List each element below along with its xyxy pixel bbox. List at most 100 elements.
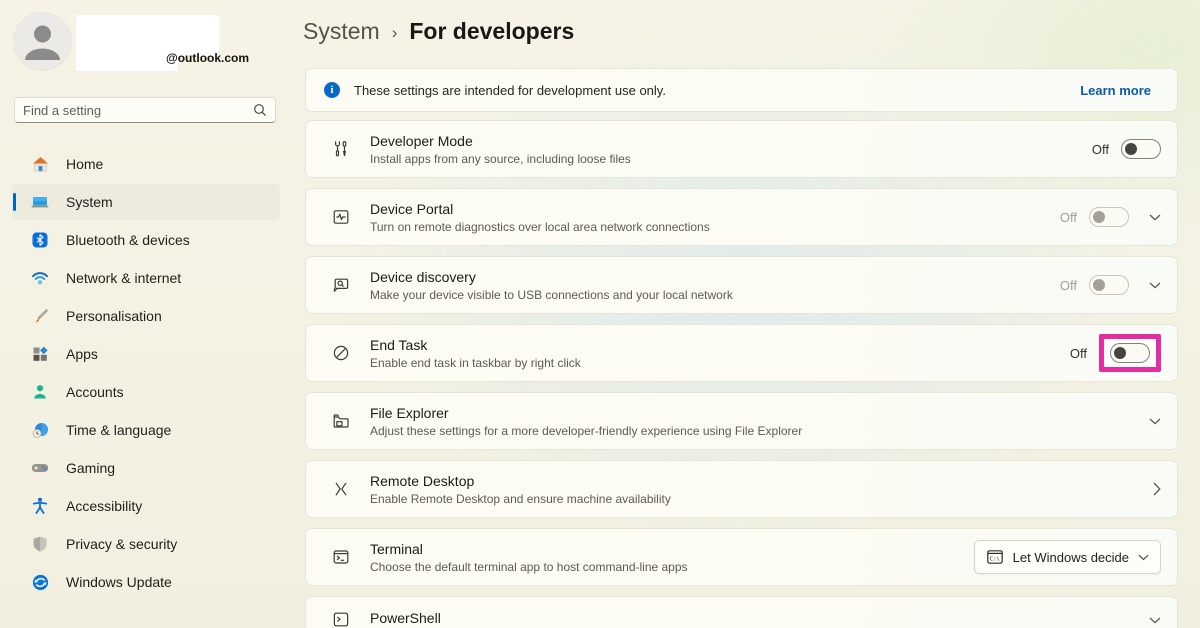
row-terminal: Terminal Choose the default terminal app…	[305, 528, 1178, 586]
avatar	[14, 13, 71, 70]
svg-text:C:\: C:\	[989, 557, 999, 563]
setting-title: Device discovery	[370, 269, 733, 285]
developer-mode-toggle[interactable]	[1121, 139, 1161, 159]
person-icon	[14, 13, 71, 70]
sidebar-item-label: Accessibility	[66, 498, 142, 514]
row-developer-mode: Developer Mode Install apps from any sou…	[305, 120, 1178, 178]
account-card[interactable]: @outlook.com	[14, 13, 284, 73]
sidebar-item-label: Network & internet	[66, 270, 181, 286]
device-portal-icon	[331, 207, 351, 227]
sidebar-nav: Home System Bluetooth & devices	[0, 146, 292, 602]
sidebar-item-label: Accounts	[66, 384, 124, 400]
chevron-down-icon[interactable]	[1149, 418, 1161, 425]
banner-text: These settings are intended for developm…	[354, 83, 666, 98]
toggle-state-label: Off	[1092, 142, 1109, 157]
breadcrumb-system[interactable]: System	[303, 18, 380, 45]
row-remote-desktop[interactable]: Remote Desktop Enable Remote Desktop and…	[305, 460, 1178, 518]
row-end-task: End Task Enable end task in taskbar by r…	[305, 324, 1178, 382]
terminal-app-dropdown[interactable]: C:\ Let Windows decide	[974, 540, 1161, 574]
chevron-down-icon[interactable]	[1149, 282, 1161, 289]
accounts-icon	[30, 382, 50, 402]
sidebar-item-label: Gaming	[66, 460, 115, 476]
info-icon: i	[324, 82, 340, 98]
chevron-down-icon[interactable]	[1149, 214, 1161, 221]
toggle-state-label: Off	[1060, 278, 1077, 293]
setting-title: PowerShell	[370, 610, 441, 626]
account-email: @outlook.com	[166, 51, 249, 65]
apps-icon	[30, 344, 50, 364]
accessibility-icon	[30, 496, 50, 516]
chevron-right-icon[interactable]	[1153, 482, 1161, 496]
sidebar-item-label: Time & language	[66, 422, 171, 438]
setting-subtitle: Make your device visible to USB connecti…	[370, 288, 733, 302]
sidebar-item-label: System	[66, 194, 113, 210]
row-file-explorer[interactable]: File Explorer Adjust these settings for …	[305, 392, 1178, 450]
toggle-state-label: Off	[1070, 346, 1087, 361]
bluetooth-icon	[30, 230, 50, 250]
sidebar-item-personalisation[interactable]: Personalisation	[12, 298, 280, 334]
annotation-highlight-box	[1099, 334, 1161, 372]
device-portal-toggle	[1089, 207, 1129, 227]
end-task-icon	[331, 343, 351, 363]
wifi-icon	[30, 268, 50, 288]
sidebar-item-windows-update[interactable]: Windows Update	[12, 564, 280, 600]
setting-subtitle: Install apps from any source, including …	[370, 152, 631, 166]
settings-sidebar: @outlook.com Home	[0, 0, 292, 628]
breadcrumb-separator: ›	[392, 23, 398, 43]
sidebar-item-privacy-security[interactable]: Privacy & security	[12, 526, 280, 562]
setting-title: File Explorer	[370, 405, 802, 421]
sidebar-item-label: Personalisation	[66, 308, 162, 324]
setting-subtitle: Enable Remote Desktop and ensure machine…	[370, 492, 671, 506]
sidebar-item-home[interactable]: Home	[12, 146, 280, 182]
sidebar-item-system[interactable]: System	[12, 184, 280, 220]
chevron-down-icon	[1138, 554, 1149, 561]
setting-subtitle: Turn on remote diagnostics over local ar…	[370, 220, 710, 234]
setting-title: Developer Mode	[370, 133, 631, 149]
setting-subtitle: Adjust these settings for a more develop…	[370, 424, 802, 438]
setting-subtitle: Choose the default terminal app to host …	[370, 560, 688, 574]
sidebar-item-label: Home	[66, 156, 103, 172]
row-powershell[interactable]: PowerShell	[305, 596, 1178, 628]
setting-title: End Task	[370, 337, 581, 353]
windows-update-icon	[30, 572, 50, 592]
time-language-icon	[30, 420, 50, 440]
chevron-down-icon[interactable]	[1149, 617, 1161, 624]
sidebar-item-time-language[interactable]: Time & language	[12, 412, 280, 448]
learn-more-link[interactable]: Learn more	[1080, 83, 1151, 98]
command-prompt-icon: C:\	[986, 548, 1004, 566]
setting-title: Terminal	[370, 541, 688, 557]
terminal-icon	[331, 547, 351, 567]
row-device-portal[interactable]: Device Portal Turn on remote diagnostics…	[305, 188, 1178, 246]
row-device-discovery[interactable]: Device discovery Make your device visibl…	[305, 256, 1178, 314]
sidebar-item-accounts[interactable]: Accounts	[12, 374, 280, 410]
breadcrumb: System › For developers	[303, 18, 574, 45]
sidebar-item-bluetooth-devices[interactable]: Bluetooth & devices	[12, 222, 280, 258]
end-task-toggle[interactable]	[1110, 343, 1150, 363]
toggle-state-label: Off	[1060, 210, 1077, 225]
powershell-icon	[331, 611, 351, 628]
paintbrush-icon	[30, 306, 50, 326]
gamepad-icon	[30, 458, 50, 478]
sidebar-item-label: Apps	[66, 346, 98, 362]
device-discovery-toggle	[1089, 275, 1129, 295]
device-discovery-icon	[331, 275, 351, 295]
sidebar-item-gaming[interactable]: Gaming	[12, 450, 280, 486]
sidebar-item-accessibility[interactable]: Accessibility	[12, 488, 280, 524]
sidebar-item-label: Bluetooth & devices	[66, 232, 190, 248]
sidebar-item-apps[interactable]: Apps	[12, 336, 280, 372]
dev-settings-info-banner: i These settings are intended for develo…	[305, 68, 1178, 112]
home-icon	[30, 154, 50, 174]
search-icon	[253, 103, 267, 117]
setting-title: Device Portal	[370, 201, 710, 217]
selection-accent-bar	[13, 193, 16, 211]
file-explorer-icon	[331, 411, 351, 431]
dropdown-value: Let Windows decide	[1013, 550, 1129, 565]
shield-icon	[30, 534, 50, 554]
sidebar-item-network-internet[interactable]: Network & internet	[12, 260, 280, 296]
setting-title: Remote Desktop	[370, 473, 671, 489]
search-box[interactable]	[14, 97, 276, 123]
sidebar-item-label: Windows Update	[66, 574, 172, 590]
email-redaction	[76, 44, 178, 71]
sidebar-item-label: Privacy & security	[66, 536, 177, 552]
search-input[interactable]	[23, 103, 253, 118]
